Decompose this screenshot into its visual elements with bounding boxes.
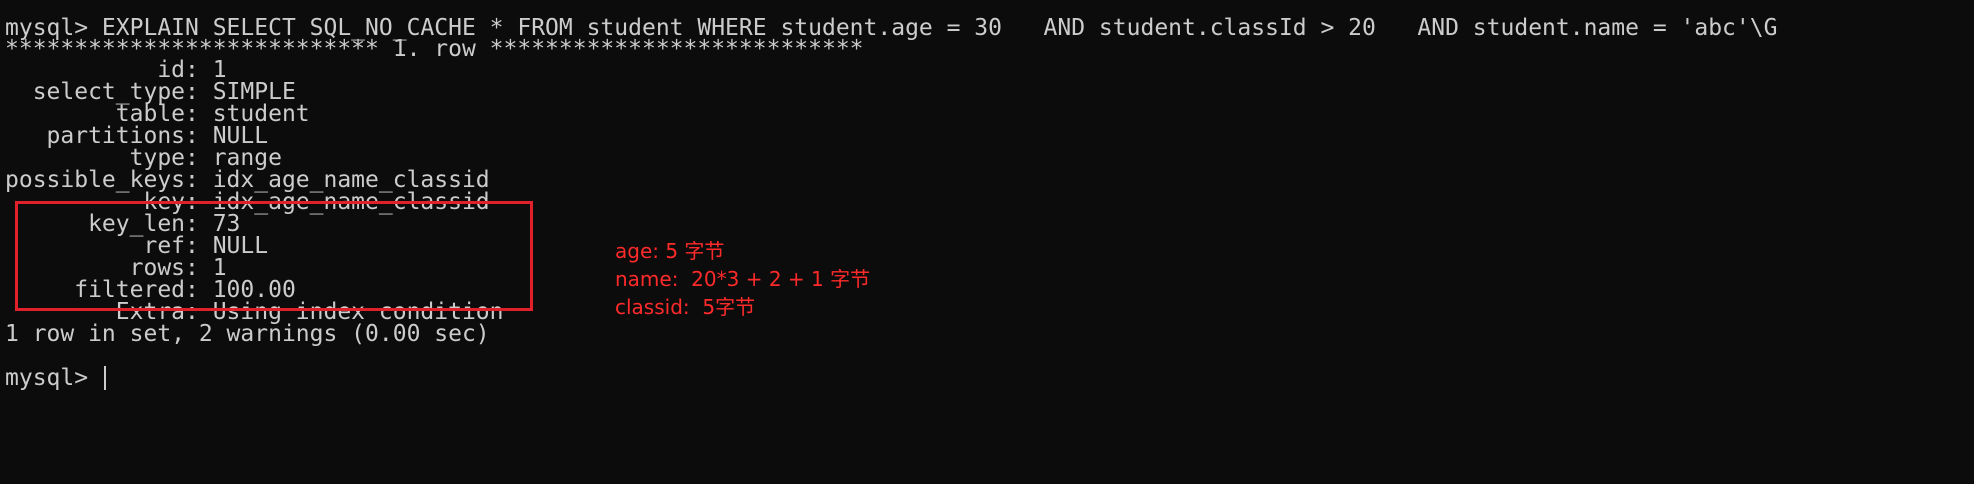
annotation-line-age: age: 5 字节	[615, 239, 725, 263]
annotation-line-classid: classid: 5字节	[615, 295, 756, 319]
prompt-line[interactable]: mysql>	[5, 364, 106, 392]
key-len-annotation: age: 5 字节 name: 20*3 + 2 + 1 字节 classid:…	[615, 237, 870, 321]
result-summary: 1 row in set, 2 warnings (0.00 sec)	[5, 321, 490, 347]
text-cursor	[103, 366, 106, 390]
annotation-line-name: name: 20*3 + 2 + 1 字节	[615, 267, 871, 291]
prompt-text: mysql>	[5, 365, 102, 391]
terminal-window[interactable]: mysql> EXPLAIN SELECT SQL_NO_CACHE * FRO…	[5, 0, 1965, 484]
